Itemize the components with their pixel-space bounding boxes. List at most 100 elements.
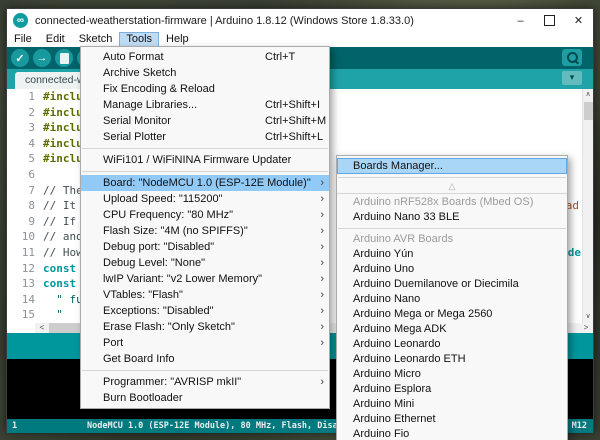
menu-item-label: Exceptions: "Disabled"	[103, 305, 214, 317]
menu-item-label: Archive Sketch	[103, 67, 176, 79]
menu-item-label: Debug Level: "None"	[103, 257, 205, 269]
menu-item-serial-plotter[interactable]: Serial PlotterCtrl+Shift+L	[81, 129, 329, 145]
menu-item-wifi101-wifinina-firmware-update[interactable]: WiFi101 / WiFiNINA Firmware Updater	[81, 152, 329, 168]
menu-item-arduino-mini[interactable]: Arduino Mini	[337, 397, 567, 412]
menu-item-flash-size-4m-no-spiffs[interactable]: Flash Size: "4M (no SPIFFS)"›	[81, 223, 329, 239]
menu-item-arduino-leonardo-eth[interactable]: Arduino Leonardo ETH	[337, 352, 567, 367]
menu-item-label: WiFi101 / WiFiNINA Firmware Updater	[103, 154, 291, 166]
menu-item-fix-encoding-reload[interactable]: Fix Encoding & Reload	[81, 81, 329, 97]
line-number: 9	[7, 214, 43, 230]
menu-item-arduino-y-n[interactable]: Arduino Yún	[337, 247, 567, 262]
menu-file[interactable]: File	[7, 32, 39, 47]
submenu-arrow-icon: ›	[320, 223, 324, 239]
menu-item-erase-flash-only-sketch[interactable]: Erase Flash: "Only Sketch"›	[81, 319, 329, 335]
menu-item-burn-bootloader[interactable]: Burn Bootloader	[81, 390, 329, 406]
menu-item-archive-sketch[interactable]: Archive Sketch	[81, 65, 329, 81]
close-button[interactable]: ✕	[564, 9, 593, 32]
menu-tools[interactable]: Tools	[119, 32, 159, 47]
menu-item-serial-monitor[interactable]: Serial MonitorCtrl+Shift+M	[81, 113, 329, 129]
minimize-icon: –	[517, 15, 523, 27]
menu-item-label: lwIP Variant: "v2 Lower Memory"	[103, 273, 262, 285]
line-number: 1	[7, 89, 43, 105]
menu-item-label: Debug port: "Disabled"	[103, 241, 214, 253]
menu-item-programmer-avrisp-mkii[interactable]: Programmer: "AVRISP mkII"›	[81, 374, 329, 390]
verify-button[interactable]: ✓	[11, 49, 29, 67]
menu-item-arduino-mega-adk[interactable]: Arduino Mega ADK	[337, 322, 567, 337]
desktop-wallpaper: ∞ connected-weatherstation-firmware | Ar…	[0, 0, 600, 440]
menu-item-auto-format[interactable]: Auto FormatCtrl+T	[81, 49, 329, 65]
menu-item-label: Arduino nRF528x Boards (Mbed OS)	[353, 196, 533, 208]
menu-item-label: Upload Speed: "115200"	[103, 193, 223, 205]
code-text: "	[43, 308, 63, 321]
tab-dropdown-button[interactable]: ▾	[562, 71, 582, 85]
scroll-left-arrow-icon[interactable]: <	[35, 323, 49, 333]
submenu-arrow-icon: ›	[320, 207, 324, 223]
new-sketch-button[interactable]	[55, 49, 73, 67]
menu-item-label: VTables: "Flash"	[103, 289, 183, 301]
line-number: 11	[7, 245, 43, 261]
menu-separator	[82, 148, 328, 149]
menu-item-debug-level-none[interactable]: Debug Level: "None"›	[81, 255, 329, 271]
menu-separator	[338, 228, 566, 229]
scroll-right-arrow-icon[interactable]: >	[579, 323, 593, 333]
menu-item-label: Arduino Duemilanove or Diecimila	[353, 278, 519, 290]
menu-item-boards-manager[interactable]: Boards Manager...	[337, 158, 567, 174]
vertical-scrollbar[interactable]: ∧ ∨	[582, 89, 593, 323]
line-number: 15	[7, 307, 43, 323]
menu-item-label: CPU Frequency: "80 MHz"	[103, 209, 233, 221]
menu-item-cpu-frequency-80-mhz[interactable]: CPU Frequency: "80 MHz" ›	[81, 207, 329, 223]
menu-item-upload-speed-115200[interactable]: Upload Speed: "115200" ›	[81, 191, 329, 207]
submenu-arrow-icon: ›	[320, 191, 324, 207]
menu-item-arduino-duemilanove-or-diecimila[interactable]: Arduino Duemilanove or Diecimila	[337, 277, 567, 292]
menu-item-arduino-nano-33-ble[interactable]: Arduino Nano 33 BLE	[337, 210, 567, 225]
menu-item-exceptions-disabled[interactable]: Exceptions: "Disabled"›	[81, 303, 329, 319]
scroll-down-arrow-icon[interactable]: ∨	[583, 311, 593, 323]
menu-edit[interactable]: Edit	[39, 32, 72, 47]
menu-item-arduino-nrf528x-boards-mbed-os: Arduino nRF528x Boards (Mbed OS)	[337, 195, 567, 210]
menu-item-label: Arduino AVR Boards	[353, 233, 453, 245]
submenu-arrow-icon: ›	[320, 335, 324, 351]
line-number: 4	[7, 136, 43, 152]
line-number: 13	[7, 276, 43, 292]
menu-item-manage-libraries[interactable]: Manage Libraries... Ctrl+Shift+I	[81, 97, 329, 113]
menu-item-label: Arduino Nano	[353, 293, 420, 305]
menu-item-port[interactable]: Port›	[81, 335, 329, 351]
scroll-up-arrow-icon[interactable]: ∧	[583, 89, 593, 101]
upload-button[interactable]: →	[33, 49, 51, 67]
menu-item-arduino-mega-or-mega-2560[interactable]: Arduino Mega or Mega 2560	[337, 307, 567, 322]
menu-item-label: Manage Libraries...	[103, 99, 197, 111]
maximize-icon	[544, 15, 555, 26]
vertical-scrollbar-thumb[interactable]	[584, 102, 593, 120]
menu-item-arduino-fio[interactable]: Arduino Fio	[337, 427, 567, 440]
menu-item-shortcut: Ctrl+Shift+I	[265, 97, 320, 113]
menu-help[interactable]: Help	[159, 32, 196, 47]
menu-item-get-board-info[interactable]: Get Board Info	[81, 351, 329, 367]
menu-item-label: Arduino Leonardo ETH	[353, 353, 466, 365]
scroll-up-hint-icon[interactable]: △	[337, 181, 567, 194]
menu-item-label: Arduino Uno	[353, 263, 414, 275]
boards-submenu: Boards Manager... △ Arduino nRF528x Boards…	[336, 155, 568, 440]
menu-item-arduino-ethernet[interactable]: Arduino Ethernet	[337, 412, 567, 427]
maximize-button[interactable]	[535, 9, 564, 32]
menu-item-label: Arduino Esplora	[353, 383, 431, 395]
menu-item-label: Erase Flash: "Only Sketch"	[103, 321, 235, 333]
menu-sketch[interactable]: Sketch	[72, 32, 120, 47]
serial-monitor-button[interactable]	[562, 49, 582, 66]
submenu-arrow-icon: ›	[320, 271, 324, 287]
line-number: 6	[7, 167, 43, 183]
menu-item-vtables-flash[interactable]: VTables: "Flash"›	[81, 287, 329, 303]
minimize-button[interactable]: –	[506, 9, 535, 32]
menu-item-label: Arduino Mega ADK	[353, 323, 447, 335]
menu-item-arduino-nano[interactable]: Arduino Nano	[337, 292, 567, 307]
menu-item-arduino-leonardo[interactable]: Arduino Leonardo	[337, 337, 567, 352]
menu-item-arduino-uno[interactable]: Arduino Uno	[337, 262, 567, 277]
menu-item-lwip-variant-v2-lower-memory[interactable]: lwIP Variant: "v2 Lower Memory" ›	[81, 271, 329, 287]
menu-item-shortcut: Ctrl+T	[265, 49, 295, 65]
menu-item-label: Arduino Yún	[353, 248, 413, 260]
menu-item-arduino-esplora[interactable]: Arduino Esplora	[337, 382, 567, 397]
code-text: // How	[43, 246, 83, 259]
menu-item-arduino-micro[interactable]: Arduino Micro	[337, 367, 567, 382]
menu-item-board-nodemcu-1-0-esp-12e-module[interactable]: Board: "NodeMCU 1.0 (ESP-12E Module)"›	[81, 175, 329, 191]
line-number: 2	[7, 105, 43, 121]
menu-item-debug-port-disabled[interactable]: Debug port: "Disabled"›	[81, 239, 329, 255]
